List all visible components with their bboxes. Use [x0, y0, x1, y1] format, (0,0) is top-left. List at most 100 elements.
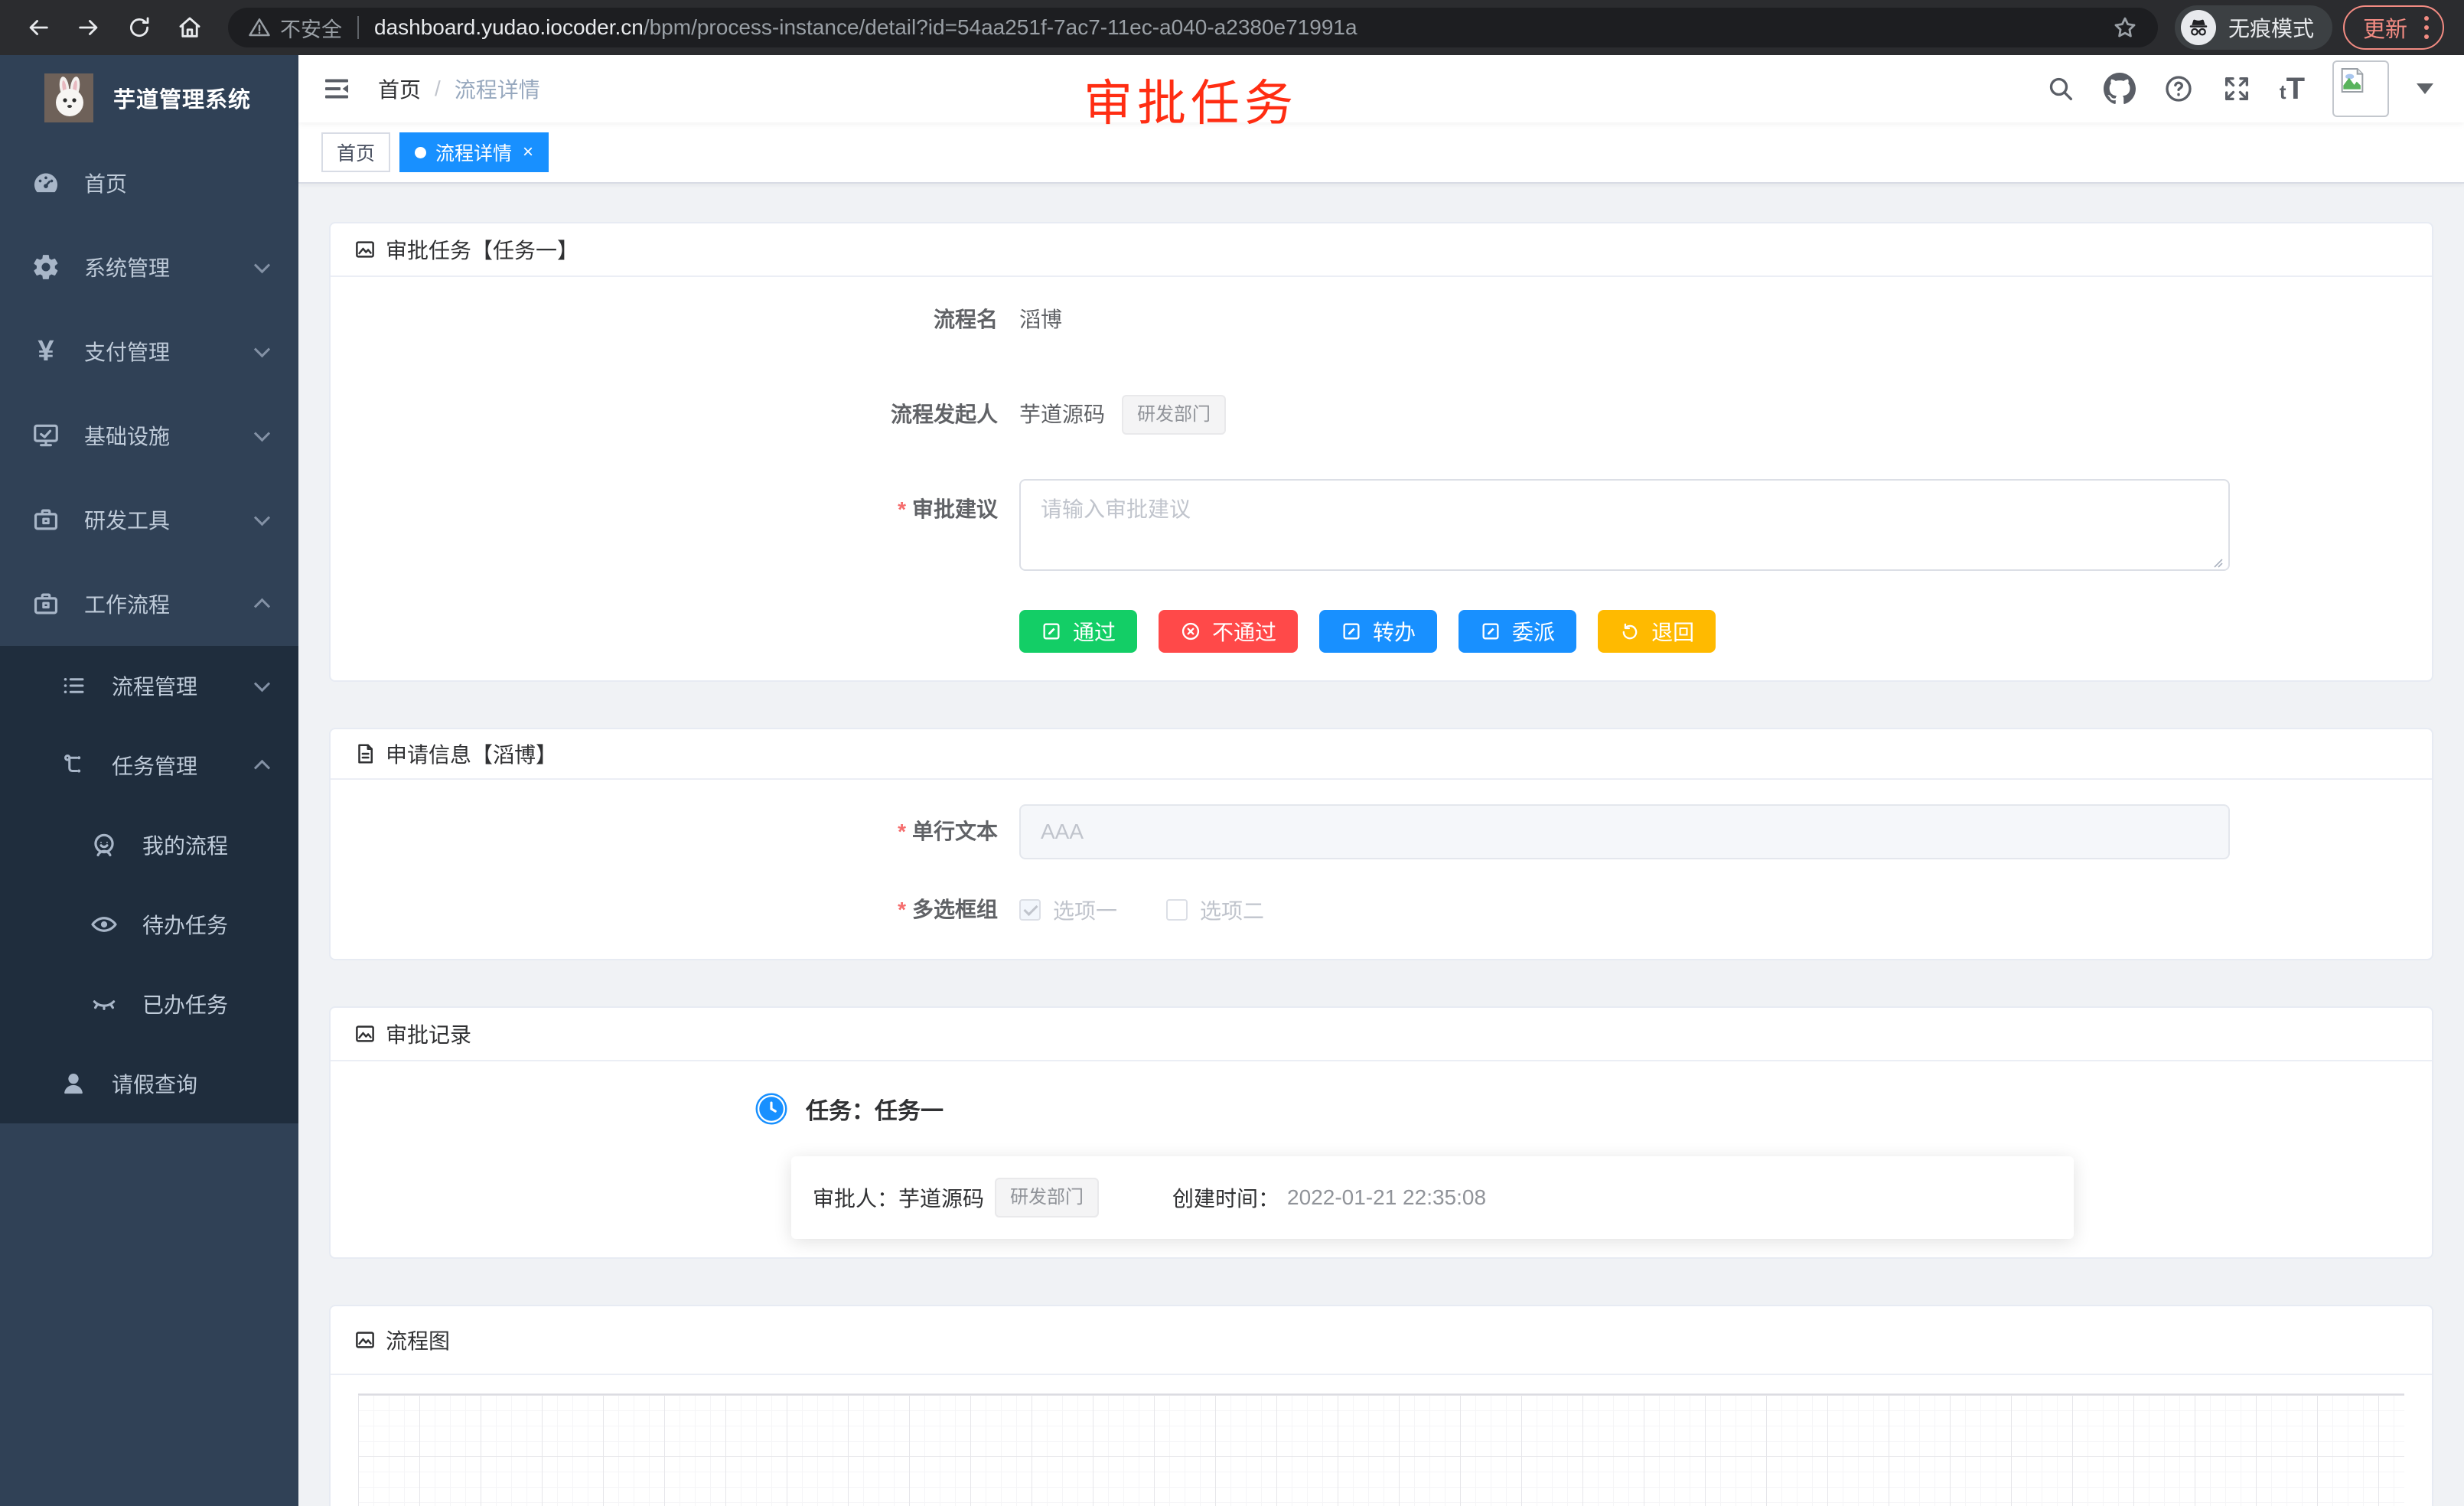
- chrome-update-button[interactable]: 更新: [2343, 5, 2444, 50]
- card-title: 流程图: [386, 1325, 450, 1355]
- eye-open-icon: [86, 910, 122, 939]
- sidebar-item-label: 待办任务: [142, 909, 228, 940]
- toolbox-icon: [28, 505, 64, 534]
- picture-icon: [354, 1022, 376, 1045]
- tab-close-icon[interactable]: ×: [523, 143, 533, 161]
- yen-icon: ¥: [28, 335, 64, 368]
- avatar[interactable]: [2332, 60, 2389, 117]
- not-secure-warning-icon: [248, 16, 271, 39]
- approve-button[interactable]: 通过: [1019, 610, 1137, 653]
- font-size-icon[interactable]: tT: [2280, 73, 2305, 104]
- checkbox-unchecked-icon: [1166, 899, 1188, 921]
- process-name-value: 滔博: [1019, 289, 1062, 350]
- incognito-badge: 无痕模式: [2175, 5, 2332, 50]
- approver-name: 芋道源码: [898, 1182, 984, 1213]
- url-path: /bpm/process-instance/detail?id=54aa251f…: [644, 15, 1357, 40]
- eye-closed-icon: [86, 989, 122, 1019]
- sidebar-item-my-process[interactable]: 我的流程: [0, 805, 298, 885]
- sidebar-item-home[interactable]: 首页: [0, 141, 298, 225]
- single-text-input[interactable]: AAA: [1019, 804, 2230, 859]
- breadcrumb-home[interactable]: 首页: [378, 73, 421, 104]
- reload-icon[interactable]: [121, 9, 158, 46]
- checkbox-group-label: 多选框组: [361, 893, 1019, 927]
- app-logo-row[interactable]: 芋道管理系统: [0, 55, 298, 141]
- checkbox-option-2[interactable]: 选项二: [1166, 895, 1264, 925]
- user-circle-icon: [86, 830, 122, 859]
- sidebar-item-done-tasks[interactable]: 已办任务: [0, 964, 298, 1044]
- app-title: 芋道管理系统: [113, 82, 251, 114]
- card-title: 申请信息【滔博】: [386, 738, 557, 769]
- create-time-label: 创建时间：: [1172, 1182, 1279, 1213]
- gear-icon: [28, 253, 64, 282]
- browser-toolbar: 不安全 dashboard.yudao.iocoder.cn /bpm/proc…: [0, 0, 2464, 55]
- sidebar-item-label: 工作流程: [84, 588, 170, 619]
- sidebar-item-todo-tasks[interactable]: 待办任务: [0, 885, 298, 964]
- help-icon[interactable]: [2163, 73, 2194, 104]
- tab-label: 流程详情: [435, 139, 512, 166]
- card-process-diagram: 流程图: [329, 1305, 2433, 1506]
- tab-home[interactable]: 首页: [321, 132, 390, 172]
- tab-process-detail[interactable]: 流程详情 ×: [399, 132, 549, 172]
- card-header: 申请信息【滔博】: [331, 729, 2432, 780]
- delegate-button[interactable]: 委派: [1459, 610, 1576, 653]
- card-apply-info: 申请信息【滔博】 单行文本 AAA 多选框组 选项一: [329, 728, 2433, 960]
- process-name-label: 流程名: [361, 289, 1019, 350]
- timeline-clock-icon: [755, 1093, 787, 1125]
- fullscreen-icon[interactable]: [2221, 73, 2252, 104]
- sidebar-item-task-mgmt[interactable]: 任务管理: [0, 725, 298, 805]
- sidebar-item-label: 系统管理: [84, 252, 170, 282]
- card-header: 流程图: [331, 1306, 2432, 1375]
- initiator-value: 芋道源码: [1019, 384, 1105, 445]
- suggestion-label: 审批建议: [361, 479, 1019, 576]
- forward-icon[interactable]: [70, 9, 107, 46]
- sidebar-item-devtools[interactable]: 研发工具: [0, 478, 298, 562]
- url-host: dashboard.yudao.iocoder.cn: [374, 15, 644, 40]
- circle-close-icon: [1180, 621, 1201, 642]
- reject-button[interactable]: 不通过: [1159, 610, 1298, 653]
- department-tag: 研发部门: [1122, 395, 1226, 435]
- bpmn-canvas[interactable]: [358, 1394, 2404, 1506]
- picture-icon: [354, 238, 376, 261]
- chevron-down-icon: [254, 510, 270, 526]
- sidebar-item-process-mgmt[interactable]: 流程管理: [0, 646, 298, 725]
- suggestion-textarea[interactable]: [1019, 479, 2230, 571]
- github-icon[interactable]: [2104, 73, 2136, 105]
- card-header: 审批任务【任务一】: [331, 223, 2432, 277]
- sidebar-item-infra[interactable]: 基础设施: [0, 393, 298, 478]
- edit-icon: [1341, 621, 1362, 642]
- tab-label: 首页: [337, 139, 375, 166]
- active-tab-dot: [415, 147, 426, 158]
- checkbox-checked-icon: [1019, 899, 1041, 921]
- sidebar-item-payment[interactable]: ¥ 支付管理: [0, 309, 298, 393]
- breadcrumb: 首页 / 流程详情: [378, 73, 540, 104]
- update-label: 更新: [2363, 11, 2407, 44]
- checkbox-option-1[interactable]: 选项一: [1019, 895, 1117, 925]
- tree-list-icon: [55, 672, 92, 699]
- address-bar[interactable]: 不安全 dashboard.yudao.iocoder.cn /bpm/proc…: [228, 8, 2158, 47]
- sidebar-collapse-icon[interactable]: [321, 73, 352, 104]
- document-icon: [354, 742, 376, 765]
- back-icon[interactable]: [20, 9, 57, 46]
- sidebar-item-workflow[interactable]: 工作流程: [0, 562, 298, 646]
- sidebar-item-label: 我的流程: [142, 830, 228, 860]
- transfer-button[interactable]: 转办: [1319, 610, 1437, 653]
- breadcrumb-separator: /: [435, 77, 441, 101]
- return-button[interactable]: 退回: [1598, 610, 1716, 653]
- initiator-label: 流程发起人: [361, 384, 1019, 445]
- refresh-left-icon: [1619, 621, 1641, 642]
- sidebar-item-label: 流程管理: [112, 670, 197, 701]
- avatar-caret-icon[interactable]: [2417, 83, 2433, 94]
- sidebar-item-label: 支付管理: [84, 336, 170, 367]
- flow-icon: [55, 751, 92, 779]
- tags-view-bar: 首页 流程详情 ×: [298, 122, 2464, 184]
- sidebar-item-label: 请假查询: [112, 1068, 197, 1099]
- search-icon[interactable]: [2045, 73, 2076, 104]
- create-time-value: 2022-01-21 22:35:08: [1287, 1185, 1486, 1210]
- chevron-up-icon: [254, 759, 270, 775]
- home-icon[interactable]: [171, 9, 208, 46]
- sidebar-item-leave-query[interactable]: 请假查询: [0, 1044, 298, 1123]
- bookmark-star-icon[interactable]: [2112, 15, 2138, 41]
- page-content: 审批任务【任务一】 流程名 滔博 流程发起人 芋道源码 研发部门: [298, 184, 2464, 1506]
- browser-menu-icon[interactable]: [2424, 16, 2429, 39]
- sidebar-item-system[interactable]: 系统管理: [0, 225, 298, 309]
